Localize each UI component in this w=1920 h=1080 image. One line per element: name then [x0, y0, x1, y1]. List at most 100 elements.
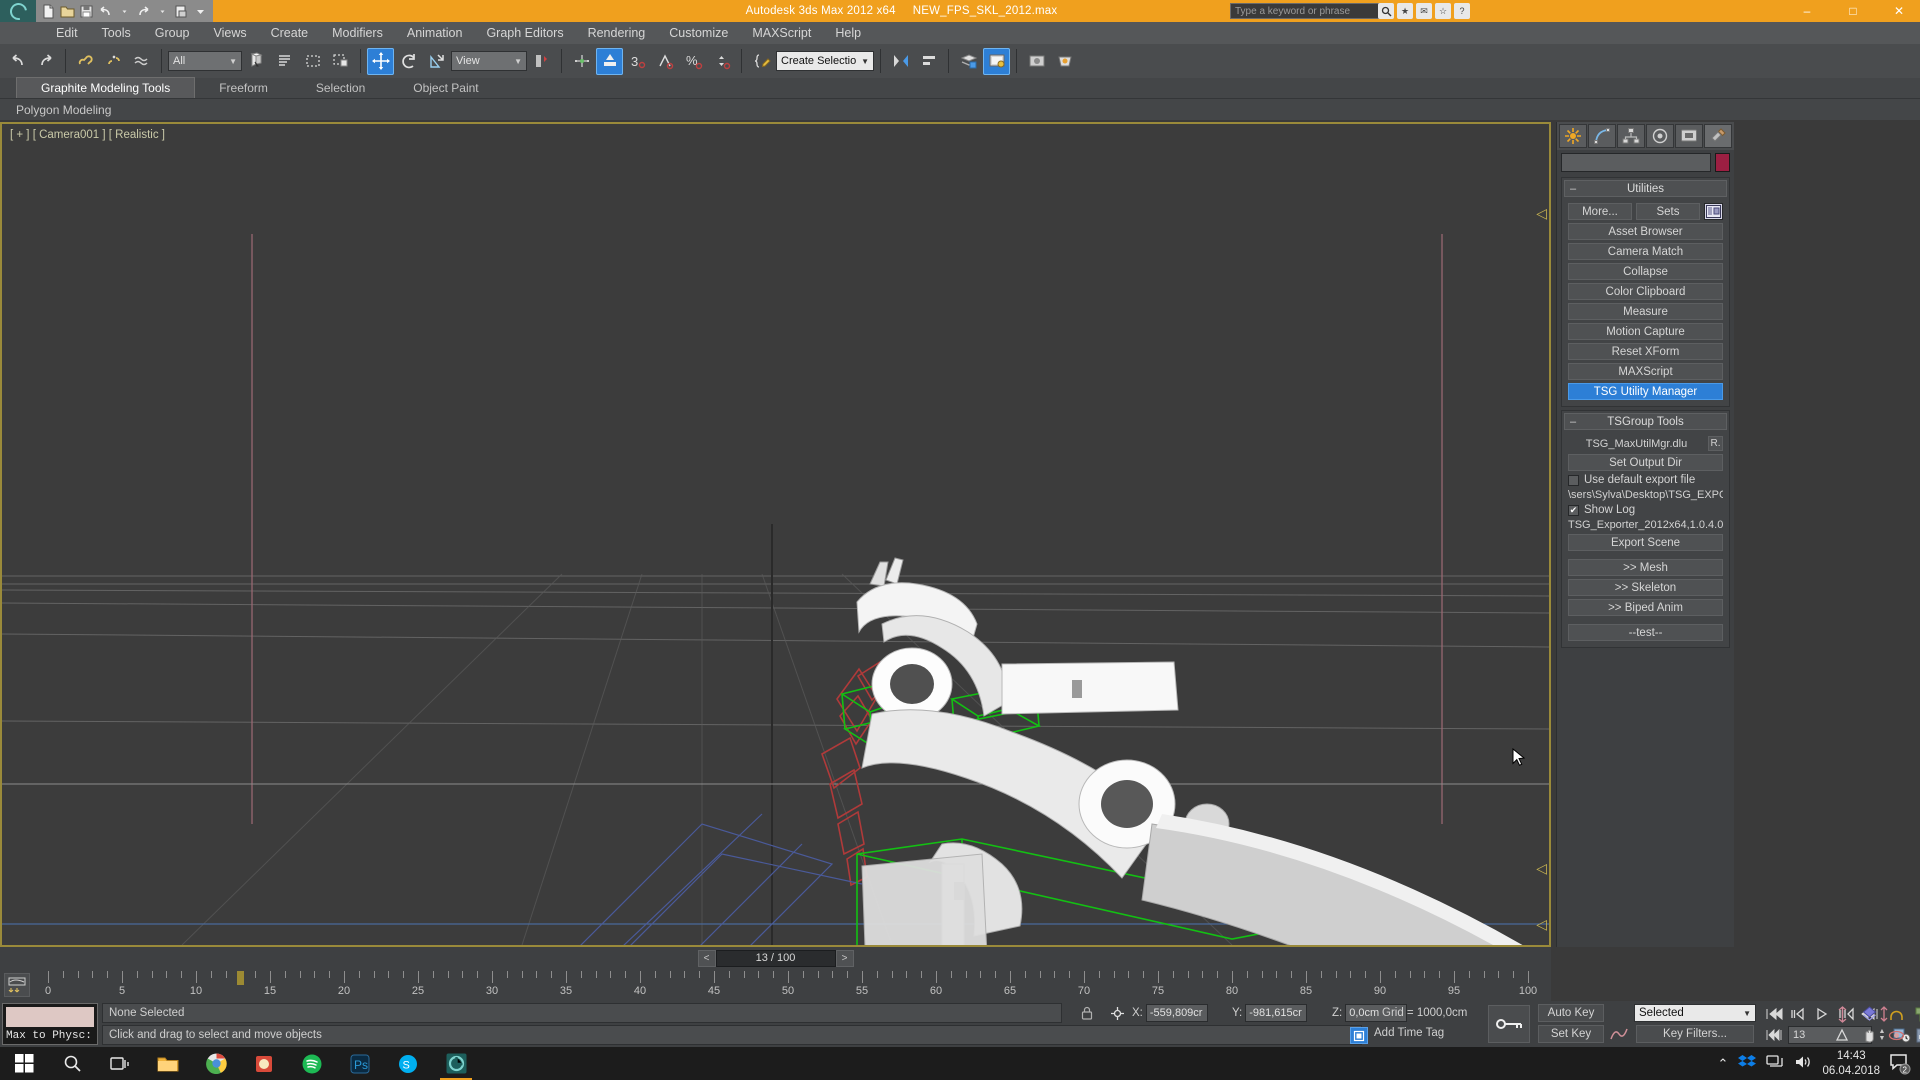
communication-center-icon[interactable]: ✉ — [1416, 3, 1432, 19]
zoom-extents-icon[interactable] — [1886, 1004, 1906, 1024]
menu-item-animation[interactable]: Animation — [395, 24, 475, 42]
clock[interactable]: 14:43 06.04.2018 — [1822, 1049, 1880, 1078]
key-mode-icon[interactable] — [1488, 1005, 1530, 1043]
tab-freeform[interactable]: Freeform — [195, 78, 292, 98]
menu-item-maxscript[interactable]: MAXScript — [740, 24, 823, 42]
utilities-tab-icon[interactable] — [1704, 124, 1732, 148]
window-crossing-icon[interactable] — [327, 48, 354, 75]
snaps-toggle-icon[interactable] — [596, 47, 623, 75]
select-and-link-icon[interactable] — [72, 48, 99, 75]
key-mode-toggle-icon[interactable] — [1764, 1025, 1784, 1045]
skeleton-button[interactable]: >> Skeleton — [1568, 579, 1723, 596]
hierarchy-tab-icon[interactable] — [1617, 124, 1645, 148]
motion-capture-button[interactable]: Motion Capture — [1568, 323, 1723, 340]
selection-lock-icon[interactable] — [1078, 1004, 1096, 1022]
set-output-dir-button[interactable]: Set Output Dir — [1568, 454, 1723, 471]
motion-tab-icon[interactable] — [1646, 124, 1674, 148]
viewport-left-arrow-mid-icon[interactable]: ◁ — [1536, 860, 1547, 877]
customize-qat-icon[interactable] — [192, 3, 209, 20]
y-coordinate[interactable]: Y: -981,615cr — [1232, 1004, 1308, 1022]
pan-view-icon[interactable] — [1859, 1025, 1879, 1045]
save-file-icon[interactable] — [78, 3, 95, 20]
undo-icon[interactable] — [97, 3, 114, 20]
time-slider[interactable]: < 13 / 100 > — [0, 947, 1551, 969]
color-clipboard-button[interactable]: Color Clipboard — [1568, 283, 1723, 300]
utilities-rollout-header[interactable]: – Utilities — [1564, 180, 1727, 197]
tab-object-paint[interactable]: Object Paint — [389, 78, 502, 98]
menu-item-tools[interactable]: Tools — [90, 24, 143, 42]
field-of-view-icon[interactable] — [1832, 1025, 1852, 1045]
viewport-left-arrow-bottom-icon[interactable]: ◁ — [1536, 916, 1547, 933]
asset-browser-button[interactable]: Asset Browser — [1568, 223, 1723, 240]
auto-key-button[interactable]: Auto Key — [1538, 1004, 1604, 1022]
biped-anim-button[interactable]: >> Biped Anim — [1568, 599, 1723, 616]
tsg-utility-manager-button[interactable]: TSG Utility Manager — [1568, 383, 1723, 400]
track-bar-ruler[interactable]: 0 5 10 15 20 25 30 35 40 45 50 55 60 65 70 75 80 85 90 95 10… — [34, 969, 1551, 1001]
spinner-snap-icon[interactable] — [708, 48, 735, 75]
3dsmax-icon[interactable] — [432, 1047, 480, 1080]
network-icon[interactable] — [1766, 1054, 1784, 1073]
close-button[interactable]: ✕ — [1886, 4, 1912, 18]
test-button[interactable]: --test-- — [1568, 624, 1723, 641]
percent-snap-icon[interactable]: % — [680, 48, 707, 75]
help-icon[interactable]: ? — [1454, 3, 1470, 19]
layer-manager-icon[interactable] — [955, 48, 982, 75]
set-project-folder-icon[interactable] — [173, 3, 190, 20]
zoom-all-icon[interactable] — [1859, 1004, 1879, 1024]
file-explorer-icon[interactable] — [144, 1047, 192, 1080]
collapse-button[interactable]: Collapse — [1568, 263, 1723, 280]
maximize-viewport-icon[interactable] — [1913, 1025, 1920, 1045]
object-color-swatch[interactable] — [1715, 152, 1730, 172]
photoshop-icon[interactable]: Ps — [336, 1047, 384, 1080]
track-bar[interactable]: 0 5 10 15 20 25 30 35 40 45 50 55 60 65 70 75 80 85 90 95 10… — [0, 969, 1551, 1001]
select-and-move-icon[interactable] — [367, 47, 394, 75]
create-tab-icon[interactable] — [1559, 124, 1587, 148]
angle-snap-icon[interactable]: 3 — [624, 48, 651, 75]
add-time-tag-icon[interactable] — [1350, 1027, 1368, 1044]
mesh-button[interactable]: >> Mesh — [1568, 559, 1723, 576]
render-setup-icon[interactable] — [983, 47, 1010, 75]
maxscript-button[interactable]: MAXScript — [1568, 363, 1723, 380]
redo-icon[interactable] — [135, 3, 152, 20]
chrome-icon[interactable] — [192, 1047, 240, 1080]
viewport-label[interactable]: [ + ] [ Camera001 ] [ Realistic ] — [10, 129, 165, 141]
more-button[interactable]: More... — [1568, 203, 1632, 220]
modify-tab-icon[interactable] — [1588, 124, 1616, 148]
sets-button[interactable]: Sets — [1636, 203, 1700, 220]
configure-button-sets-icon[interactable] — [1704, 203, 1723, 220]
viewport-3d-scene[interactable]: z — [2, 124, 1549, 945]
viewport-left-arrow-top-icon[interactable]: ◁ — [1536, 205, 1547, 222]
polygon-modeling-panel[interactable]: Polygon Modeling — [0, 99, 111, 120]
current-frame-display[interactable]: 13 / 100 — [715, 949, 836, 967]
tsgroup-tools-rollout-header[interactable]: – TSGroup Tools — [1564, 413, 1727, 430]
go-to-start-icon[interactable] — [1764, 1004, 1784, 1024]
x-value-field[interactable]: -559,809cr — [1145, 1004, 1208, 1022]
key-filters-button[interactable]: Key Filters... — [1636, 1025, 1754, 1043]
select-by-name-icon[interactable] — [271, 48, 298, 75]
maximize-button[interactable]: □ — [1840, 4, 1866, 18]
display-tab-icon[interactable] — [1675, 124, 1703, 148]
tab-graphite-modeling-tools[interactable]: Graphite Modeling Tools — [16, 77, 196, 98]
notification-center-icon[interactable]: 2 — [1890, 1053, 1912, 1075]
app-logo-icon[interactable] — [0, 0, 36, 23]
previous-frame-arrow[interactable]: < — [697, 949, 716, 967]
subscription-center-icon[interactable]: ★ — [1397, 3, 1413, 19]
time-slider-control[interactable]: < 13 / 100 > — [697, 949, 854, 967]
show-hidden-icons-icon[interactable]: ⌃ — [1718, 1056, 1729, 1072]
search-icon[interactable] — [48, 1047, 96, 1080]
menu-item-help[interactable]: Help — [823, 24, 873, 42]
undo-scene-icon[interactable] — [4, 48, 31, 75]
selection-filter-combo[interactable]: All ▼ — [168, 51, 242, 71]
select-and-rotate-icon[interactable] — [395, 48, 422, 75]
y-value-field[interactable]: -981,615cr — [1245, 1004, 1308, 1022]
redo-scene-icon[interactable] — [32, 48, 59, 75]
export-scene-button[interactable]: Export Scene — [1568, 534, 1723, 551]
bind-to-space-warp-icon[interactable] — [128, 48, 155, 75]
volume-icon[interactable] — [1794, 1054, 1812, 1073]
zoom-region-icon[interactable] — [1913, 1004, 1920, 1024]
measure-button[interactable]: Measure — [1568, 303, 1723, 320]
menu-item-group[interactable]: Group — [143, 24, 202, 42]
dropbox-icon[interactable] — [1738, 1054, 1757, 1073]
menu-item-modifiers[interactable]: Modifiers — [320, 24, 395, 42]
open-file-icon[interactable] — [59, 3, 76, 20]
